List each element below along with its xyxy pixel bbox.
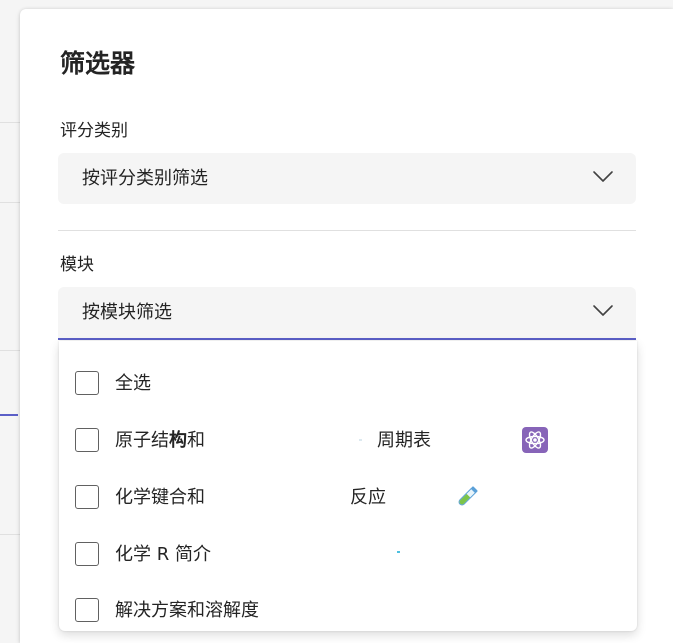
checkbox[interactable] <box>75 371 99 395</box>
option-label: 全选 <box>115 373 151 394</box>
option-label-extra: 周期表 <box>377 430 431 451</box>
option-chemical-bonding[interactable]: 化学键合和 反应 <box>59 468 637 524</box>
option-intro-chemistry[interactable]: 化学 R 简介 <box>59 525 637 581</box>
option-label-extra: 反应 <box>350 487 386 508</box>
panel-title: 筛选器 <box>60 49 136 78</box>
option-solutions-solubility[interactable]: 解决方案和溶解度 <box>59 581 637 637</box>
background-divider <box>0 202 20 203</box>
artifact-dot <box>397 551 400 553</box>
option-label: 解决方案和溶解度 <box>115 600 259 621</box>
background-accent-line <box>0 414 18 416</box>
chevron-down-icon <box>593 305 613 316</box>
checkbox[interactable] <box>75 542 99 566</box>
option-label: 原子结构和 <box>115 430 205 451</box>
chevron-down-icon <box>593 171 613 182</box>
module-placeholder: 按模块筛选 <box>82 302 172 323</box>
grading-category-label: 评分类别 <box>60 121 128 141</box>
option-label: 化学 R 简介 <box>115 544 211 565</box>
option-atomic-structure[interactable]: 原子结构和 周期表 <box>59 411 637 467</box>
module-label: 模块 <box>60 255 94 275</box>
module-options-menu: 全选 原子结构和 周期表 化学键合和 反应 化学 R 简介 解决方案和溶解度 <box>59 341 637 631</box>
artifact-dot <box>359 439 362 441</box>
grading-category-dropdown[interactable]: 按评分类别筛选 <box>58 153 636 204</box>
grading-category-placeholder: 按评分类别筛选 <box>82 168 208 189</box>
checkbox[interactable] <box>75 485 99 509</box>
background-divider <box>0 122 20 123</box>
background-divider <box>0 350 20 351</box>
checkbox[interactable] <box>75 598 99 622</box>
background-divider <box>0 534 20 535</box>
atom-icon <box>522 427 548 453</box>
test-tube-icon <box>458 486 478 506</box>
checkbox[interactable] <box>75 428 99 452</box>
filter-panel: 筛选器 评分类别 按评分类别筛选 模块 按模块筛选 全选 原子结构和 周期表 化… <box>20 9 673 643</box>
option-select-all[interactable]: 全选 <box>59 354 637 410</box>
option-label: 化学键合和 <box>115 487 205 508</box>
section-divider <box>58 230 636 231</box>
module-dropdown[interactable]: 按模块筛选 <box>58 287 636 340</box>
